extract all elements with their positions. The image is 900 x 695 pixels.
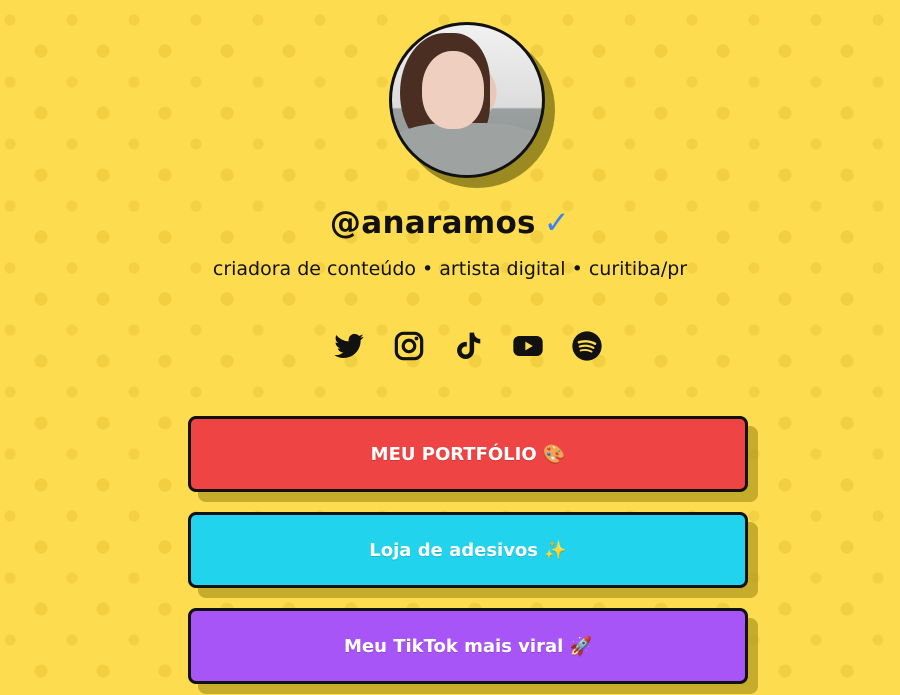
spotify-link[interactable] <box>571 330 603 362</box>
username: @anaramos <box>329 205 536 241</box>
tiktok-link[interactable] <box>452 330 484 362</box>
instagram-icon <box>394 331 423 361</box>
avatar-face <box>422 51 484 129</box>
verified-icon: ✓ <box>543 205 571 241</box>
username-heading: @anaramos ✓ <box>0 205 900 241</box>
twitter-icon <box>334 333 364 358</box>
spotify-icon <box>572 331 602 361</box>
social-links <box>333 328 603 364</box>
sticker-shop-button[interactable]: Loja de adesivos ✨ <box>188 512 748 588</box>
link-stickers: Loja de adesivos ✨ <box>188 512 758 598</box>
link-portfolio: MEU PORTFÓLIO 🎨 <box>188 416 758 502</box>
profile-avatar <box>389 22 555 188</box>
portfolio-button[interactable]: MEU PORTFÓLIO 🎨 <box>188 416 748 492</box>
instagram-link[interactable] <box>393 330 425 362</box>
viral-tiktok-button[interactable]: Meu TikTok mais viral 🚀 <box>188 608 748 684</box>
avatar-photo <box>389 22 545 178</box>
tiktok-icon <box>457 332 481 359</box>
link-tiktok-viral: Meu TikTok mais viral 🚀 <box>188 608 758 694</box>
youtube-link[interactable] <box>512 330 544 362</box>
avatar-sweater <box>392 123 542 175</box>
twitter-link[interactable] <box>333 330 365 362</box>
profile-bio: criadora de conteúdo • artista digital •… <box>212 258 688 280</box>
youtube-icon <box>512 336 543 356</box>
